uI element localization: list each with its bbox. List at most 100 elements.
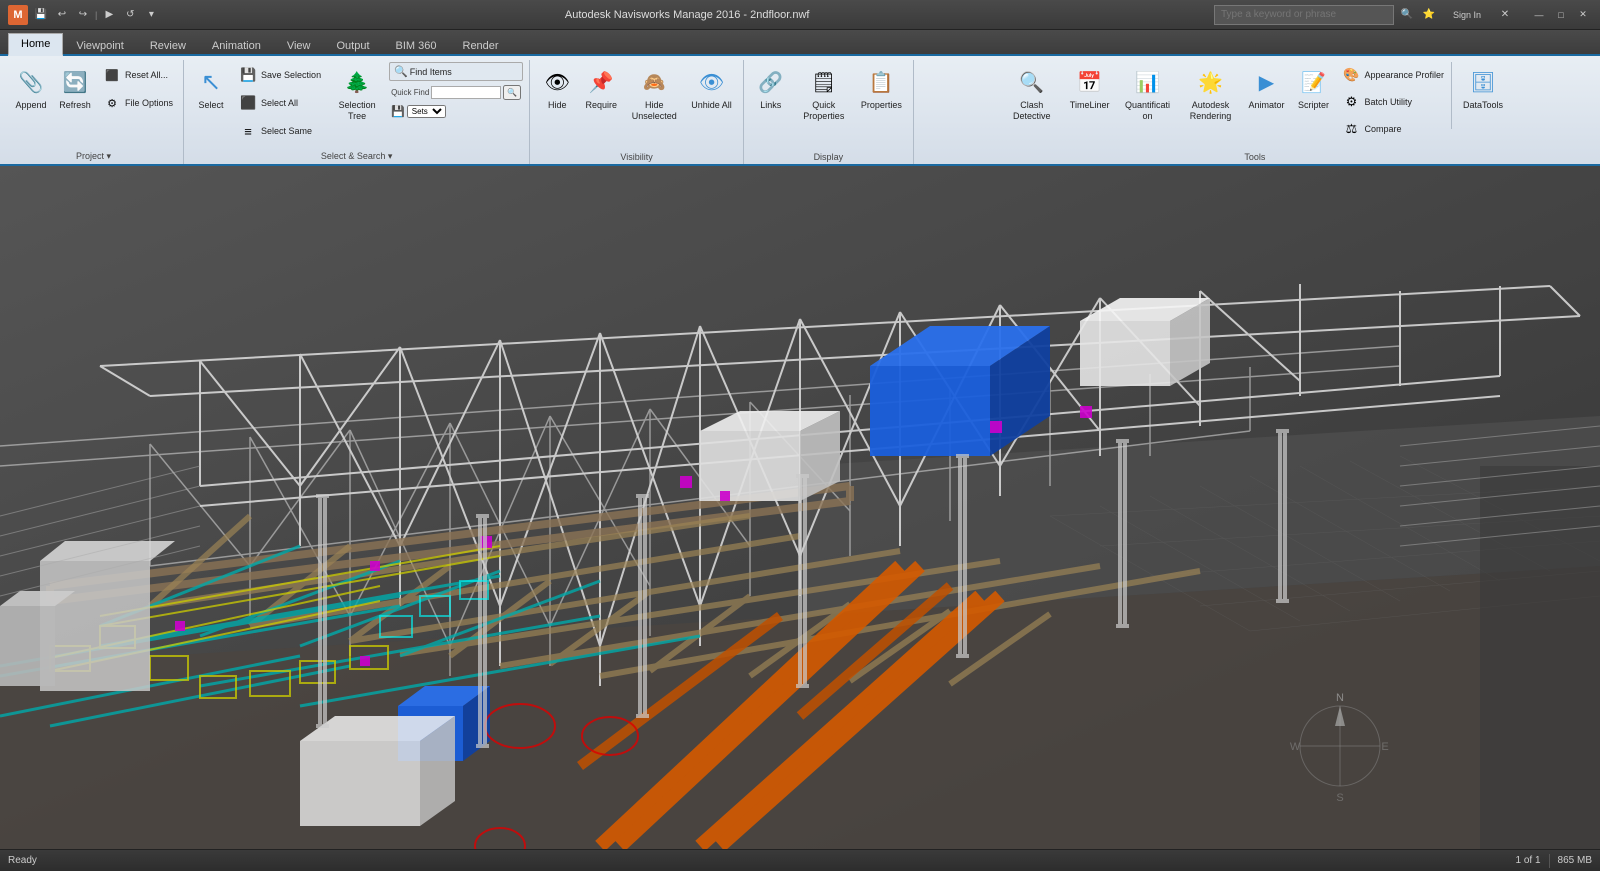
append-icon: 📎 [15,66,47,98]
clash-detective-label: Clash Detective [1007,100,1057,122]
close-x-button[interactable]: ✕ [1496,6,1514,24]
require-button[interactable]: 📌 Require [580,62,622,115]
tools-buttons: 🔍 Clash Detective 📅 TimeLiner 📊 Quantifi… [1002,62,1508,166]
selection-tree-label: Selection Tree [332,100,382,122]
tab-bim360[interactable]: BIM 360 [383,35,450,56]
select-same-icon: ≡ [238,121,258,141]
quick-properties-button[interactable]: 🗒 Quick Properties [794,62,854,126]
select-same-button[interactable]: ≡ Select Same [234,118,325,144]
hide-button[interactable]: 👁 Hide [536,62,578,115]
tools-right-col: 🎨 Appearance Profiler ⚙ Batch Utility ⚖ … [1337,62,1448,156]
hide-label: Hide [548,100,567,111]
ribbon-group-tools: 🔍 Clash Detective 📅 TimeLiner 📊 Quantifi… [914,60,1596,164]
select-button[interactable]: ↖ Select [190,62,232,115]
hide-unselected-button[interactable]: 🙈 Hide Unselected [624,62,684,126]
select-all-button[interactable]: ⬛ Select All [234,90,325,116]
tab-home[interactable]: Home [8,33,63,56]
app-icon[interactable]: M [8,5,28,25]
sign-in-button[interactable]: Sign In [1442,6,1492,24]
scene-svg: N E W S [0,166,1600,849]
links-button[interactable]: 🔗 Links [750,62,792,115]
search-button[interactable]: 🔍 [1398,6,1416,24]
ribbon-group-select-search: ↖ Select 💾 Save Selection ⬛ Select All ≡… [184,60,530,164]
title-bar-left: M 💾 ↩ ↪ | ▶ ↺ ▾ [8,5,160,25]
qa-play[interactable]: ▶ [100,6,118,24]
autodesk-rendering-icon: 🌟 [1194,66,1226,98]
tab-view[interactable]: View [274,35,324,56]
sets-select[interactable]: Sets [407,105,446,118]
bookmark-button[interactable]: ⭐ [1420,6,1438,24]
clash-detective-icon: 🔍 [1016,66,1048,98]
timeliner-button[interactable]: 📅 TimeLiner [1065,62,1115,115]
project-group-label: Project ▾ [4,151,183,162]
find-items-label: Find Items [410,67,452,77]
unhide-all-label: Unhide All [691,100,732,111]
status-right: 1 of 1 865 MB [1516,854,1593,868]
reset-all-button[interactable]: ⬛ Reset All... [98,62,177,88]
selection-tree-button[interactable]: 🌲 Selection Tree [327,62,387,126]
properties-icon: 📋 [865,66,897,98]
find-items-button[interactable]: 🔍 Find Items [389,62,523,81]
refresh-button[interactable]: 🔄 Refresh [54,62,96,115]
datatools-button[interactable]: 🗄 DataTools [1458,62,1508,115]
properties-label: Properties [861,100,902,111]
compare-button[interactable]: ⚖ Compare [1337,116,1448,142]
find-items-icon: 🔍 [394,65,408,78]
svg-text:N: N [1336,692,1344,704]
qa-refresh[interactable]: ↺ [121,6,139,24]
maximize-button[interactable]: □ [1552,6,1570,24]
project-buttons: 📎 Append 🔄 Refresh ⬛ Reset All... ⚙ File… [10,62,177,162]
properties-button[interactable]: 📋 Properties [856,62,907,115]
clash-detective-button[interactable]: 🔍 Clash Detective [1002,62,1062,126]
qa-save[interactable]: 💾 [32,6,50,24]
tab-review[interactable]: Review [137,35,199,56]
datatools-icon: 🗄 [1467,66,1499,98]
datatools-label: DataTools [1463,100,1503,111]
visibility-buttons: 👁 Hide 📌 Require 🙈 Hide Unselected 👁 Unh… [536,62,737,162]
tab-viewpoint[interactable]: Viewpoint [63,35,137,56]
unhide-all-button[interactable]: 👁 Unhide All [686,62,737,115]
ribbon-group-visibility: 👁 Hide 📌 Require 🙈 Hide Unselected 👁 Unh… [530,60,744,164]
selection-tree-icon: 🌲 [341,66,373,98]
quantification-button[interactable]: 📊 Quantification [1117,62,1177,126]
file-options-button[interactable]: ⚙ File Options [98,90,177,116]
ribbon: 📎 Append 🔄 Refresh ⬛ Reset All... ⚙ File… [0,56,1600,166]
status-text: Ready [8,855,37,866]
viewport[interactable]: N E W S [0,166,1600,849]
ribbon-tabs: Home Viewpoint Review Animation View Out… [0,30,1600,56]
tab-animation[interactable]: Animation [199,35,274,56]
quick-find-input[interactable] [431,86,501,99]
svg-text:E: E [1381,741,1388,753]
hide-unselected-icon: 🙈 [638,66,670,98]
status-left: Ready [8,855,37,866]
select-label: Select [199,100,224,111]
qa-undo[interactable]: ↩ [53,6,71,24]
scripter-button[interactable]: 📝 Scripter [1292,62,1334,115]
animator-button[interactable]: ▶ Animator [1243,62,1289,115]
autodesk-rendering-button[interactable]: 🌟 Autodesk Rendering [1180,62,1240,126]
qa-redo[interactable]: ↪ [74,6,92,24]
batch-utility-label: Batch Utility [1364,97,1412,108]
tab-output[interactable]: Output [324,35,383,56]
minimize-button[interactable]: — [1530,6,1548,24]
scene-background: N E W S [0,166,1600,849]
window-close-button[interactable]: ✕ [1574,6,1592,24]
appearance-profiler-button[interactable]: 🎨 Appearance Profiler [1337,62,1448,88]
svg-text:S: S [1336,792,1343,804]
animator-label: Animator [1248,100,1284,111]
page-indicator: 1 of 1 [1516,855,1541,866]
file-options-icon: ⚙ [102,93,122,113]
select-same-label: Select Same [261,126,312,137]
tools-group-label: Tools [914,152,1596,162]
display-buttons: 🔗 Links 🗒 Quick Properties 📋 Properties [750,62,907,162]
search-input[interactable] [1214,5,1394,25]
batch-utility-button[interactable]: ⚙ Batch Utility [1337,89,1448,115]
tab-render[interactable]: Render [450,35,512,56]
save-selection-button[interactable]: 💾 Save Selection [234,62,325,88]
unhide-all-icon: 👁 [696,66,728,98]
timeliner-label: TimeLiner [1070,100,1110,111]
qa-dropdown[interactable]: ▾ [142,6,160,24]
append-button[interactable]: 📎 Append [10,62,52,115]
quick-find-search-button[interactable]: 🔍 [503,85,521,100]
scripter-icon: 📝 [1297,66,1329,98]
